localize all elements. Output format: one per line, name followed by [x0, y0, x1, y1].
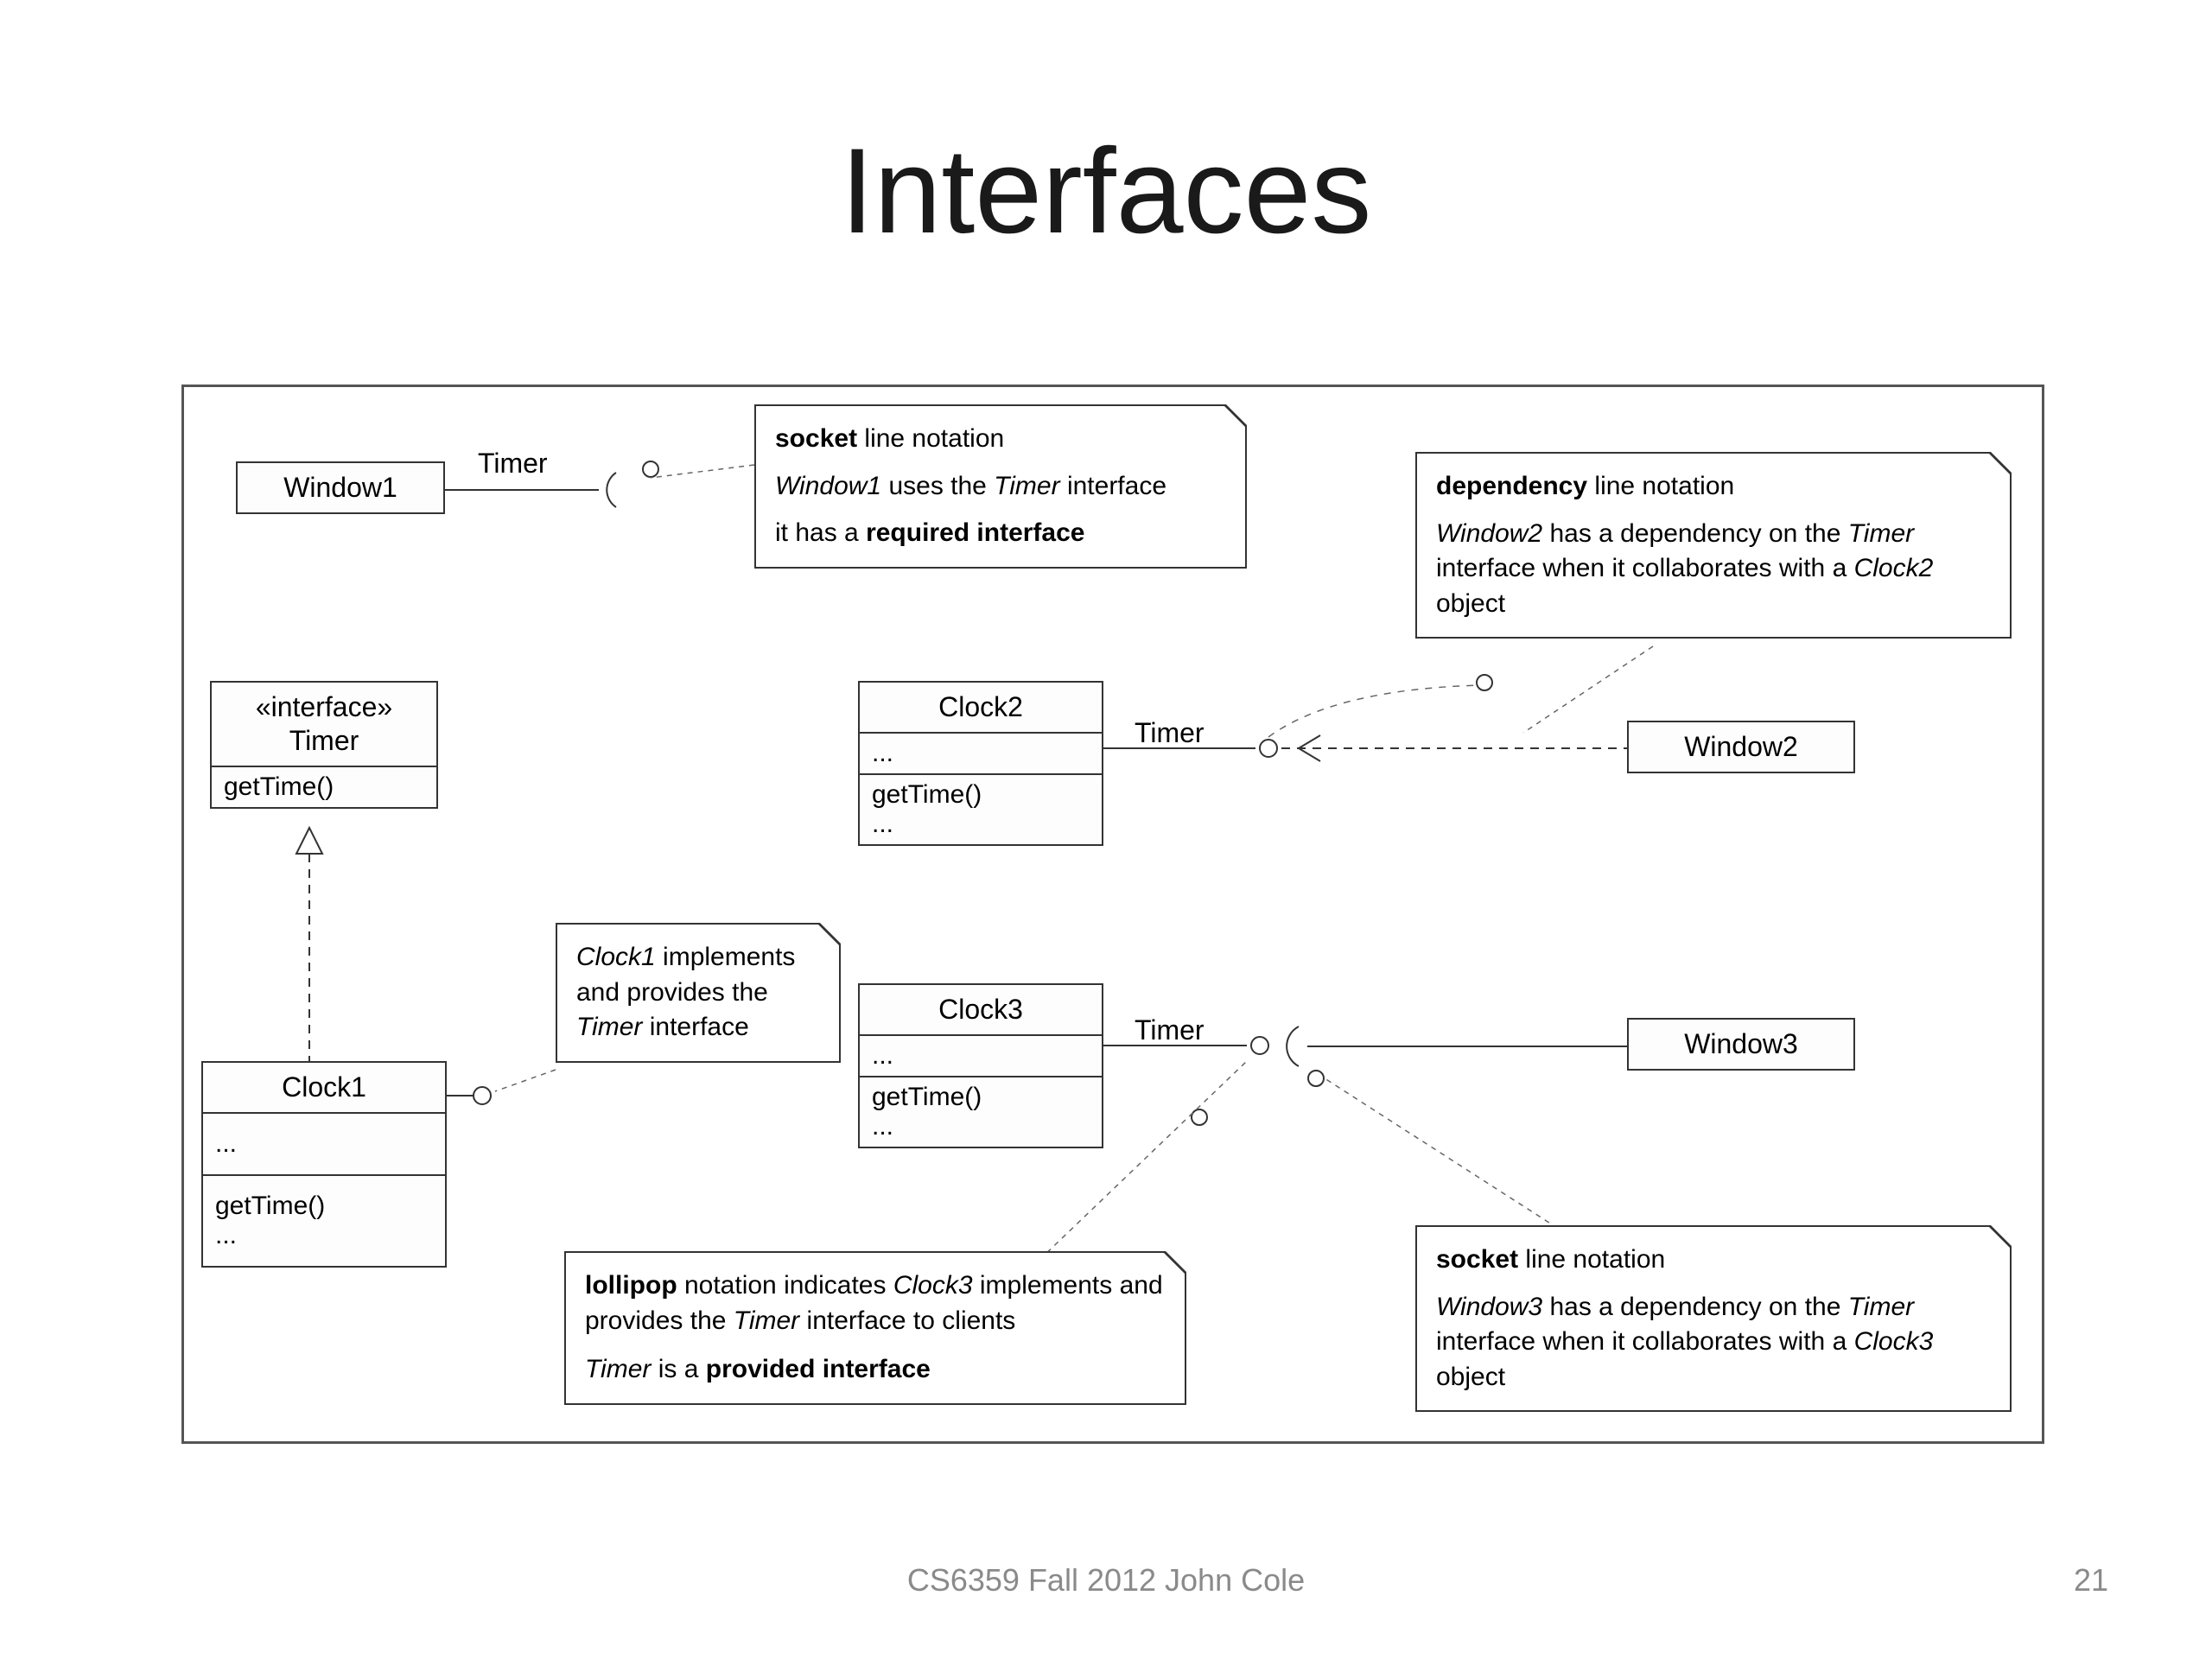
footer-text: CS6359 Fall 2012 John Cole	[0, 1562, 2212, 1599]
note-socket-top: socket line notation Window1 uses the Ti…	[754, 404, 1247, 569]
note-socket-bottom: socket line notation Window3 has a depen…	[1415, 1225, 2012, 1412]
interface-name: Timer	[212, 725, 436, 766]
note-corner-icon	[817, 923, 841, 947]
note-corner-icon	[1162, 1251, 1186, 1275]
class-name: Clock3	[860, 985, 1102, 1034]
class-window3: Window3	[1627, 1018, 1855, 1071]
class-name: Window2	[1629, 722, 1853, 772]
slide-title: Interfaces	[0, 121, 2212, 261]
row: getTime() ...	[860, 1076, 1102, 1147]
row: getTime() ...	[860, 773, 1102, 844]
class-name: Window1	[238, 463, 443, 512]
note-dependency-top: dependency line notation Window2 has a d…	[1415, 452, 2012, 639]
page-number: 21	[2074, 1562, 2108, 1599]
interface-timer: «interface» Timer getTime()	[210, 681, 438, 809]
note-corner-icon	[1987, 452, 2012, 476]
row: getTime() ...	[203, 1174, 445, 1266]
note-corner-icon	[1987, 1225, 2012, 1249]
note-corner-icon	[1223, 404, 1247, 429]
row: ...	[860, 732, 1102, 773]
stereotype: «interface»	[212, 683, 436, 725]
interface-op: getTime()	[212, 766, 436, 807]
note-lollipop: lollipop notation indicates Clock3 imple…	[564, 1251, 1186, 1405]
class-window1: Window1	[236, 461, 445, 514]
class-name: Clock2	[860, 683, 1102, 732]
class-clock2: Clock2 ... getTime() ...	[858, 681, 1103, 846]
interface-label-timer3: Timer	[1135, 1014, 1205, 1046]
class-name: Window3	[1629, 1020, 1853, 1069]
note-clock1: Clock1 implements and provides the Timer…	[556, 923, 841, 1063]
row: ...	[203, 1112, 445, 1174]
slide: Interfaces	[0, 0, 2212, 1659]
interface-label-timer1: Timer	[478, 448, 548, 480]
class-clock1: Clock1 ... getTime() ...	[201, 1061, 447, 1268]
interface-label-timer2: Timer	[1135, 717, 1205, 749]
uml-diagram: Window1 Timer socket line notation Windo…	[181, 385, 2044, 1444]
row: ...	[860, 1034, 1102, 1076]
class-clock3: Clock3 ... getTime() ...	[858, 983, 1103, 1148]
class-window2: Window2	[1627, 721, 1855, 773]
class-name: Clock1	[203, 1063, 445, 1112]
